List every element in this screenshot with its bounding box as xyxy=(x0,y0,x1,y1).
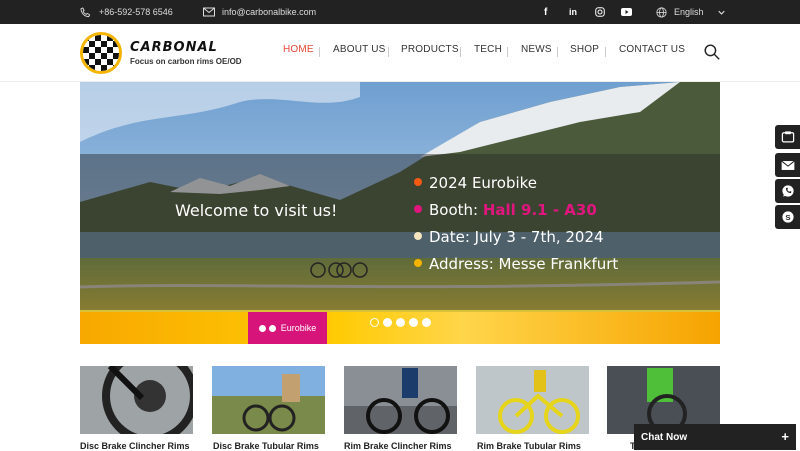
banner-line-address: Address: Messe Frankfurt xyxy=(414,255,618,273)
banner-booth-label: Booth: xyxy=(429,201,483,219)
brand-name[interactable]: CARBONAL xyxy=(130,40,218,55)
brand-tagline: Focus on carbon rims OE/OD xyxy=(130,57,242,66)
banner-date-text: Date: July 3 - 7th, 2024 xyxy=(429,228,604,246)
product-thumb-rim-tubular[interactable] xyxy=(476,366,589,434)
bullet-dot xyxy=(414,177,422,186)
youtube-icon[interactable] xyxy=(621,0,632,24)
eurobike-badge: Eurobike xyxy=(248,312,327,344)
nav-divider xyxy=(605,47,606,57)
side-phone-button[interactable] xyxy=(775,125,800,149)
banner-text-overlay xyxy=(80,154,720,310)
slider-dot[interactable] xyxy=(409,318,418,327)
chat-now-bar[interactable]: Chat Now + xyxy=(634,424,796,450)
search-button[interactable] xyxy=(704,44,720,65)
slider-pagination xyxy=(370,318,431,327)
chevron-down-icon xyxy=(717,10,725,15)
banner-line-booth: Booth: Hall 9.1 - A30 xyxy=(414,201,597,219)
search-icon xyxy=(704,44,720,60)
banner-line-event: 2024 Eurobike xyxy=(414,174,537,192)
nav-home[interactable]: HOME xyxy=(283,44,314,55)
mail-icon xyxy=(203,7,215,17)
whatsapp-icon xyxy=(781,185,794,197)
side-skype-button[interactable]: S xyxy=(775,205,800,229)
site-header: CARBONAL Focus on carbon rims OE/OD HOME… xyxy=(0,24,800,82)
banner-event-text: 2024 Eurobike xyxy=(429,174,538,192)
slider-dot[interactable] xyxy=(396,318,405,327)
banner-address-text: Address: Messe Frankfurt xyxy=(429,255,619,273)
svg-text:S: S xyxy=(785,213,790,222)
nav-divider xyxy=(507,47,508,57)
phone-icon xyxy=(80,6,91,17)
slider-dot[interactable] xyxy=(383,318,392,327)
chat-now-label: Chat Now xyxy=(641,432,688,443)
phone-contact[interactable]: +86-592-578 6546 xyxy=(80,0,173,24)
nav-about-us[interactable]: ABOUT US xyxy=(333,44,386,55)
nav-divider xyxy=(557,47,558,57)
slider-dot[interactable] xyxy=(370,318,379,327)
nav-news[interactable]: NEWS xyxy=(521,44,552,55)
nav-shop[interactable]: SHOP xyxy=(570,44,599,55)
banner-booth-value: Hall 9.1 - A30 xyxy=(482,201,597,219)
bullet-dot xyxy=(414,231,422,240)
top-bar: +86-592-578 6546 info@carbonalbike.com f… xyxy=(0,0,800,24)
facebook-icon[interactable]: f xyxy=(544,0,547,24)
product-thumb-disc-tubular[interactable] xyxy=(212,366,325,434)
banner-line-date: Date: July 3 - 7th, 2024 xyxy=(414,228,604,246)
language-selector[interactable]: English xyxy=(656,0,725,24)
email-address: info@carbonalbike.com xyxy=(222,7,317,17)
product-thumb-rim-clincher[interactable] xyxy=(344,366,457,434)
phone-icon xyxy=(781,131,794,143)
eurobike-label: Eurobike xyxy=(280,323,317,333)
mail-icon xyxy=(780,160,795,170)
hero-banner[interactable]: Welcome to visit us! 2024 Eurobike Booth… xyxy=(80,82,720,344)
nav-divider xyxy=(460,47,461,57)
side-whatsapp-button[interactable] xyxy=(775,179,800,203)
nav-divider xyxy=(319,47,320,57)
nav-divider xyxy=(388,47,389,57)
bullet-dot xyxy=(414,258,422,267)
email-contact[interactable]: info@carbonalbike.com xyxy=(203,0,316,24)
logo[interactable] xyxy=(80,32,122,74)
banner-bottom-strip xyxy=(80,312,720,344)
language-label: English xyxy=(674,7,704,17)
nav-contact-us[interactable]: CONTACT US xyxy=(619,44,685,55)
skype-icon: S xyxy=(781,211,794,223)
nav-tech[interactable]: TECH xyxy=(474,44,502,55)
nav-products[interactable]: PRODUCTS xyxy=(401,44,459,55)
phone-number: +86-592-578 6546 xyxy=(99,7,173,17)
linkedin-icon[interactable]: in xyxy=(569,0,577,24)
side-email-button[interactable] xyxy=(775,153,800,177)
bullet-dot xyxy=(414,204,422,213)
slider-dot[interactable] xyxy=(422,318,431,327)
banner-welcome-text: Welcome to visit us! xyxy=(175,201,338,220)
instagram-icon[interactable] xyxy=(595,0,605,24)
chat-expand-icon[interactable]: + xyxy=(781,429,789,444)
globe-icon xyxy=(656,6,667,18)
product-thumb-disc-clincher[interactable] xyxy=(80,366,193,434)
